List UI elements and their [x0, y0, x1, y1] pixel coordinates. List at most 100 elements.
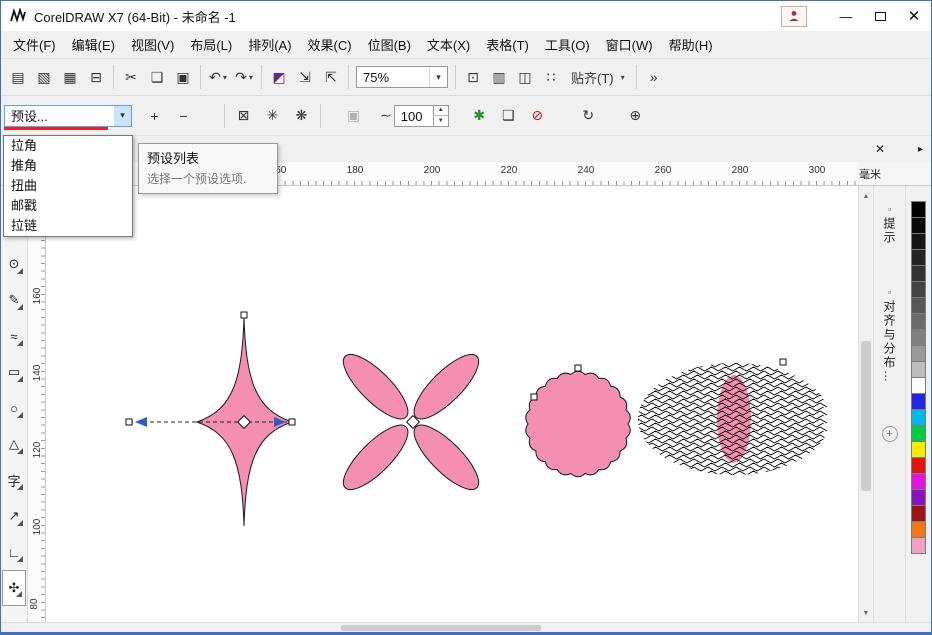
color-swatch-5[interactable]: [911, 281, 926, 298]
color-swatch-3[interactable]: [911, 249, 926, 266]
clear-distortion-button[interactable]: ⊘: [523, 103, 552, 129]
color-swatch-19[interactable]: [911, 505, 926, 522]
color-swatch-21[interactable]: [911, 537, 926, 554]
center-distortion-button[interactable]: ▣: [339, 103, 368, 129]
docker-tab-hints[interactable]: ▫ 提示: [881, 204, 898, 245]
twister-distortion-button[interactable]: ❋: [287, 103, 316, 129]
distortion-arrow-icon[interactable]: [135, 417, 147, 427]
polygon-tool[interactable]: △: [2, 426, 26, 462]
color-swatch-7[interactable]: [911, 313, 926, 330]
redo-button[interactable]: ↷ ▾: [231, 64, 257, 90]
spin-up-icon[interactable]: ▲: [433, 106, 448, 116]
preset-option-0[interactable]: 拉角: [4, 136, 132, 156]
chevron-down-icon[interactable]: ▾: [429, 67, 447, 87]
spin-down-icon[interactable]: ▼: [434, 116, 448, 126]
vertical-scrollbar-thumb[interactable]: [861, 341, 871, 491]
amplitude-value-spinner[interactable]: 100 ▲ ▼: [393, 104, 449, 127]
scalloped-circle-shape[interactable]: [525, 370, 631, 478]
menu-arrange[interactable]: 排列(A): [240, 31, 299, 58]
menu-effects[interactable]: 效果(C): [300, 31, 360, 58]
application-launcher-button[interactable]: ◩: [266, 64, 292, 90]
menu-view[interactable]: 视图(V): [123, 31, 182, 58]
new-document-button[interactable]: ▤: [5, 64, 31, 90]
ellipse-tool[interactable]: ○: [2, 390, 26, 426]
color-swatch-6[interactable]: [911, 297, 926, 314]
maximize-button[interactable]: [863, 1, 897, 31]
menu-edit[interactable]: 编辑(E): [64, 31, 123, 58]
toolbar-overflow-button[interactable]: »: [641, 64, 667, 90]
zipper-distorted-shape[interactable]: [638, 363, 828, 475]
scroll-up-icon[interactable]: ▲: [859, 189, 873, 203]
open-button[interactable]: ▧: [31, 64, 57, 90]
color-swatch-17[interactable]: [911, 473, 926, 490]
preset-option-3[interactable]: 邮戳: [4, 196, 132, 216]
menu-file[interactable]: 文件(F): [5, 31, 64, 58]
color-swatch-10[interactable]: [911, 361, 926, 378]
docker-tab-align-distribute[interactable]: ▫ 对齐与分布…: [881, 287, 898, 384]
text-tool[interactable]: 字: [2, 462, 26, 498]
color-swatch-16[interactable]: [911, 457, 926, 474]
color-swatch-11[interactable]: [911, 377, 926, 394]
copy-button[interactable]: ❏: [144, 64, 170, 90]
import-button[interactable]: ⇲: [292, 64, 318, 90]
menu-help[interactable]: 帮助(H): [661, 31, 721, 58]
color-swatch-18[interactable]: [911, 489, 926, 506]
rectangle-tool[interactable]: ▭: [2, 354, 26, 390]
vertical-scrollbar[interactable]: ▲ ▼: [858, 186, 873, 622]
preset-list-combo[interactable]: 预设... ▾: [4, 104, 132, 127]
menu-table[interactable]: 表格(T): [478, 31, 537, 58]
quick-customize-button[interactable]: +: [881, 426, 898, 442]
copy-distortion-properties-button[interactable]: ❏: [494, 103, 523, 129]
color-swatch-1[interactable]: [911, 217, 926, 234]
close-document-icon[interactable]: ✕: [872, 142, 888, 156]
export-button[interactable]: ⇱: [318, 64, 344, 90]
canvas[interactable]: [46, 186, 858, 622]
spinner-buttons[interactable]: ▲ ▼: [432, 105, 448, 126]
center-distortion-rotate-button[interactable]: ↻: [574, 103, 603, 129]
straight-line-connector-tool[interactable]: ∟: [2, 534, 26, 570]
snap-to-button[interactable]: 贴齐(T) ▾: [564, 64, 632, 90]
chevron-down-icon[interactable]: ▾: [249, 73, 253, 82]
freehand-tool[interactable]: ✎: [2, 282, 26, 318]
chevron-down-icon[interactable]: ▾: [114, 105, 131, 126]
parallel-dimension-tool[interactable]: ↗: [2, 498, 26, 534]
menu-bitmaps[interactable]: 位图(B): [360, 31, 419, 58]
color-swatch-14[interactable]: [911, 425, 926, 442]
preset-option-4[interactable]: 拉链: [4, 216, 132, 236]
horizontal-scrollbar[interactable]: [1, 622, 931, 632]
color-swatch-9[interactable]: [911, 345, 926, 362]
color-swatch-8[interactable]: [911, 329, 926, 346]
scroll-down-icon[interactable]: ▼: [859, 606, 873, 620]
save-button[interactable]: ▦: [57, 64, 83, 90]
vertical-ruler[interactable]: 160 140 120 100 80: [28, 186, 46, 622]
undo-button[interactable]: ↶ ▾: [205, 64, 231, 90]
handle-square[interactable]: [240, 311, 248, 319]
show-guidelines-button[interactable]: ◫: [512, 64, 538, 90]
cut-button[interactable]: ✂: [118, 64, 144, 90]
handle-square[interactable]: [530, 393, 538, 401]
collapse-docker-icon[interactable]: ▸: [918, 144, 923, 155]
delete-preset-button[interactable]: −: [169, 103, 198, 129]
preset-option-2[interactable]: 扭曲: [4, 176, 132, 196]
artistic-media-tool[interactable]: ≈: [2, 318, 26, 354]
handle-square[interactable]: [779, 358, 787, 366]
show-rulers-button[interactable]: ▥: [486, 64, 512, 90]
menu-tools[interactable]: 工具(O): [537, 31, 598, 58]
distort-tool[interactable]: ✣: [2, 570, 26, 606]
close-button[interactable]: ✕: [897, 1, 931, 31]
color-swatch-20[interactable]: [911, 521, 926, 538]
color-swatch-4[interactable]: [911, 265, 926, 282]
push-pull-distortion-button[interactable]: ⊠: [229, 103, 258, 129]
show-grid-button[interactable]: ∷: [538, 64, 564, 90]
zoom-tool[interactable]: ⊙: [2, 246, 26, 282]
menu-text[interactable]: 文本(X): [419, 31, 478, 58]
color-swatch-0[interactable]: [911, 201, 926, 218]
handle-square[interactable]: [125, 418, 133, 426]
preset-option-1[interactable]: 推角: [4, 156, 132, 176]
new-distortion-button[interactable]: ✱: [465, 103, 494, 129]
handle-square[interactable]: [574, 364, 582, 372]
zoom-level-combo[interactable]: 75% ▾: [356, 66, 448, 88]
convert-to-curves-button[interactable]: ⊕: [621, 103, 650, 129]
menu-layout[interactable]: 布局(L): [182, 31, 240, 58]
horizontal-scrollbar-thumb[interactable]: [341, 625, 541, 631]
